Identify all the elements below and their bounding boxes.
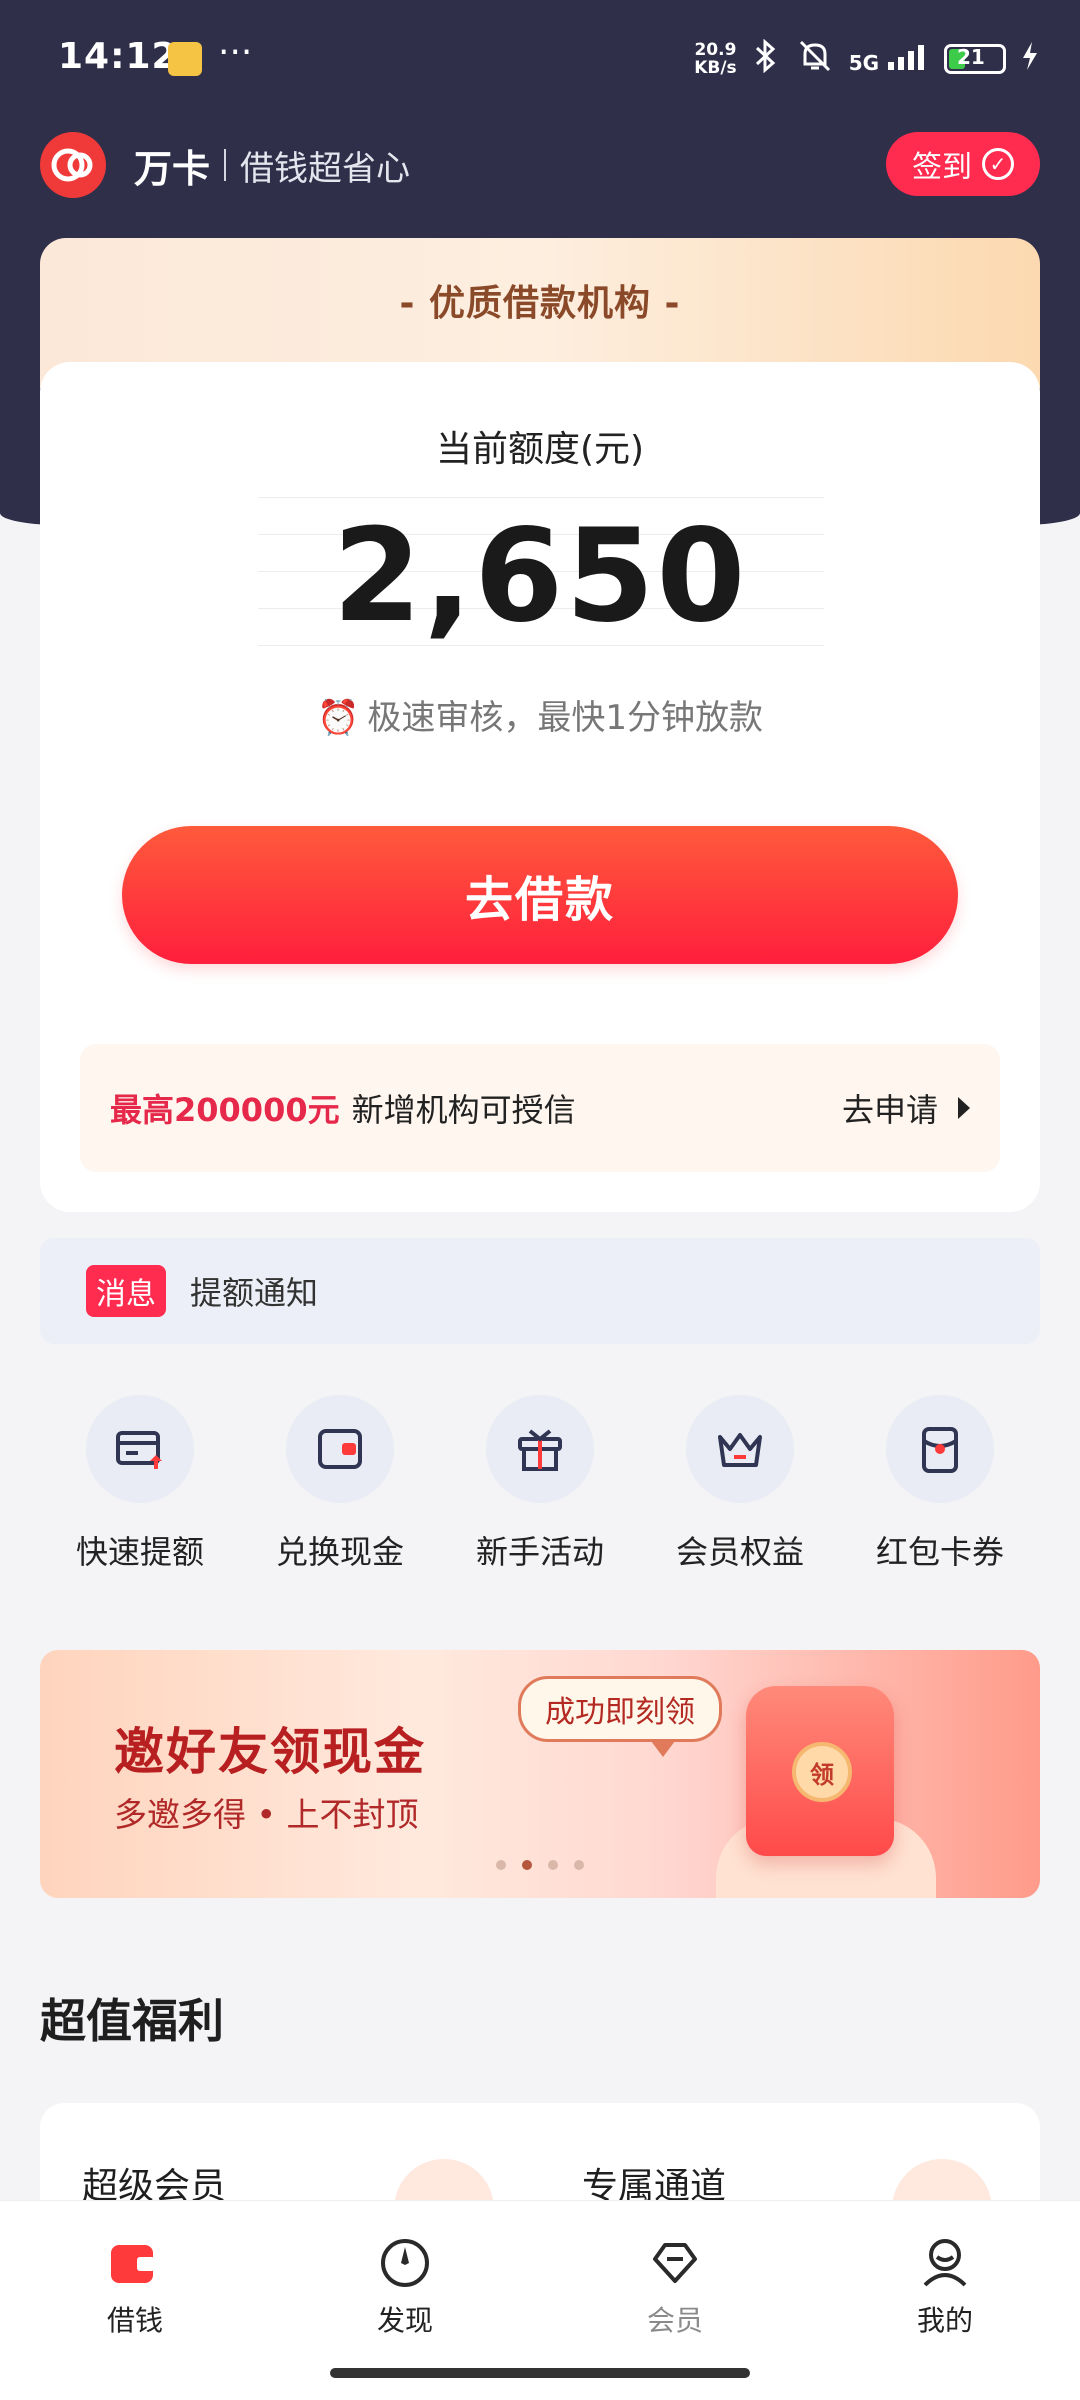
credit-card-panel: 当前额度(元) 2,650 ⏰ 极速审核，最快1分钟放款 去借款 最高200000… xyxy=(40,362,1040,1212)
signal-bars-icon xyxy=(888,44,924,70)
banner-speech-bubble: 成功即刻领 xyxy=(518,1676,722,1757)
quota-label: 当前额度(元) xyxy=(435,429,645,470)
review-speed-text: ⏰ 极速审核，最快1分钟放款 xyxy=(317,698,763,738)
arrow-right-icon xyxy=(958,1097,970,1119)
crown-icon xyxy=(686,1395,794,1503)
wallet-icon xyxy=(286,1395,394,1503)
profile-icon xyxy=(923,2239,967,2287)
quick-action-newbie-event[interactable]: 新手活动 xyxy=(440,1395,640,1573)
app-logo-icon xyxy=(40,132,106,198)
cell-signal: 5G xyxy=(849,44,930,75)
quick-actions: 快速提额 兑换现金 新手活动 会员权益 红包卡券 xyxy=(40,1395,1040,1573)
app-name: 万卡 xyxy=(134,146,211,191)
invite-friends-banner[interactable]: 邀好友领现金 多邀多得 • 上不封顶 成功即刻领 领 xyxy=(40,1650,1040,1898)
check-circle-icon: ✓ xyxy=(982,148,1014,180)
message-text: 提额通知 xyxy=(190,1274,319,1312)
battery-level: 21 xyxy=(957,45,985,69)
header-divider xyxy=(224,149,227,181)
carousel-dot[interactable] xyxy=(548,1860,558,1870)
status-indicators: 20.9 KB/s 5G 21 xyxy=(694,38,1040,80)
carousel-dot-active[interactable] xyxy=(522,1860,532,1870)
network-speed: 20.9 KB/s xyxy=(694,40,737,78)
section-title: 超值福利 xyxy=(40,1994,224,2048)
bluetooth-icon xyxy=(751,38,781,79)
diamond-icon xyxy=(653,2243,697,2283)
message-bar[interactable]: 消息 提额通知 xyxy=(40,1238,1040,1344)
wallet-tab-icon xyxy=(111,2245,155,2283)
message-tag: 消息 xyxy=(86,1265,166,1317)
more-notifications-icon: ··· xyxy=(218,32,253,73)
quick-action-raise-limit[interactable]: 快速提额 xyxy=(40,1395,240,1573)
app-slogan: 借钱超省心 xyxy=(240,148,411,189)
red-envelope-icon xyxy=(886,1395,994,1503)
banner-title: 邀好友领现金 xyxy=(114,1723,426,1781)
gift-icon xyxy=(486,1395,594,1503)
banner-subtitle: 多邀多得 • 上不封顶 xyxy=(114,1795,419,1834)
institution-banner-title: - 优质借款机构 - xyxy=(399,283,681,324)
alarm-clock-icon: ⏰ xyxy=(317,698,360,738)
card-upload-icon xyxy=(86,1395,194,1503)
tab-mine[interactable]: 我的 xyxy=(810,2201,1080,2400)
carousel-dot[interactable] xyxy=(574,1860,584,1870)
quick-action-coupons[interactable]: 红包卡券 xyxy=(840,1395,1040,1573)
charging-icon xyxy=(1020,41,1040,77)
tab-borrow[interactable]: 借钱 xyxy=(0,2201,270,2400)
status-time: 14:12 xyxy=(58,36,178,77)
carousel-dot[interactable] xyxy=(496,1860,506,1870)
apply-link[interactable]: 去申请 xyxy=(842,1085,970,1131)
signin-label: 签到 xyxy=(912,150,972,185)
battery-icon: 21 xyxy=(944,44,1006,74)
home-indicator[interactable] xyxy=(330,2368,750,2378)
coin-badge: 领 xyxy=(792,1742,852,1802)
compass-icon xyxy=(381,2239,429,2287)
app-header: 万卡 借钱超省心 签到 ✓ xyxy=(40,130,1040,200)
status-bar: 14:12 ··· 20.9 KB/s 5G 21 xyxy=(0,0,1080,120)
quick-action-exchange-cash[interactable]: 兑换现金 xyxy=(240,1395,440,1573)
borrow-button[interactable]: 去借款 xyxy=(122,826,958,964)
mute-bell-icon xyxy=(795,38,835,80)
quota-value: 2,650 xyxy=(332,502,748,651)
apply-description: 新增机构可授信 xyxy=(351,1091,576,1129)
carousel-indicator[interactable] xyxy=(496,1860,584,1870)
quick-action-member-benefits[interactable]: 会员权益 xyxy=(640,1395,840,1573)
apply-max-amount: 最高200000元 xyxy=(110,1091,340,1129)
apply-credit-bar[interactable]: 最高200000元 新增机构可授信 去申请 xyxy=(80,1044,1000,1172)
notes-notification-icon xyxy=(168,42,202,76)
signin-button[interactable]: 签到 ✓ xyxy=(886,132,1040,196)
